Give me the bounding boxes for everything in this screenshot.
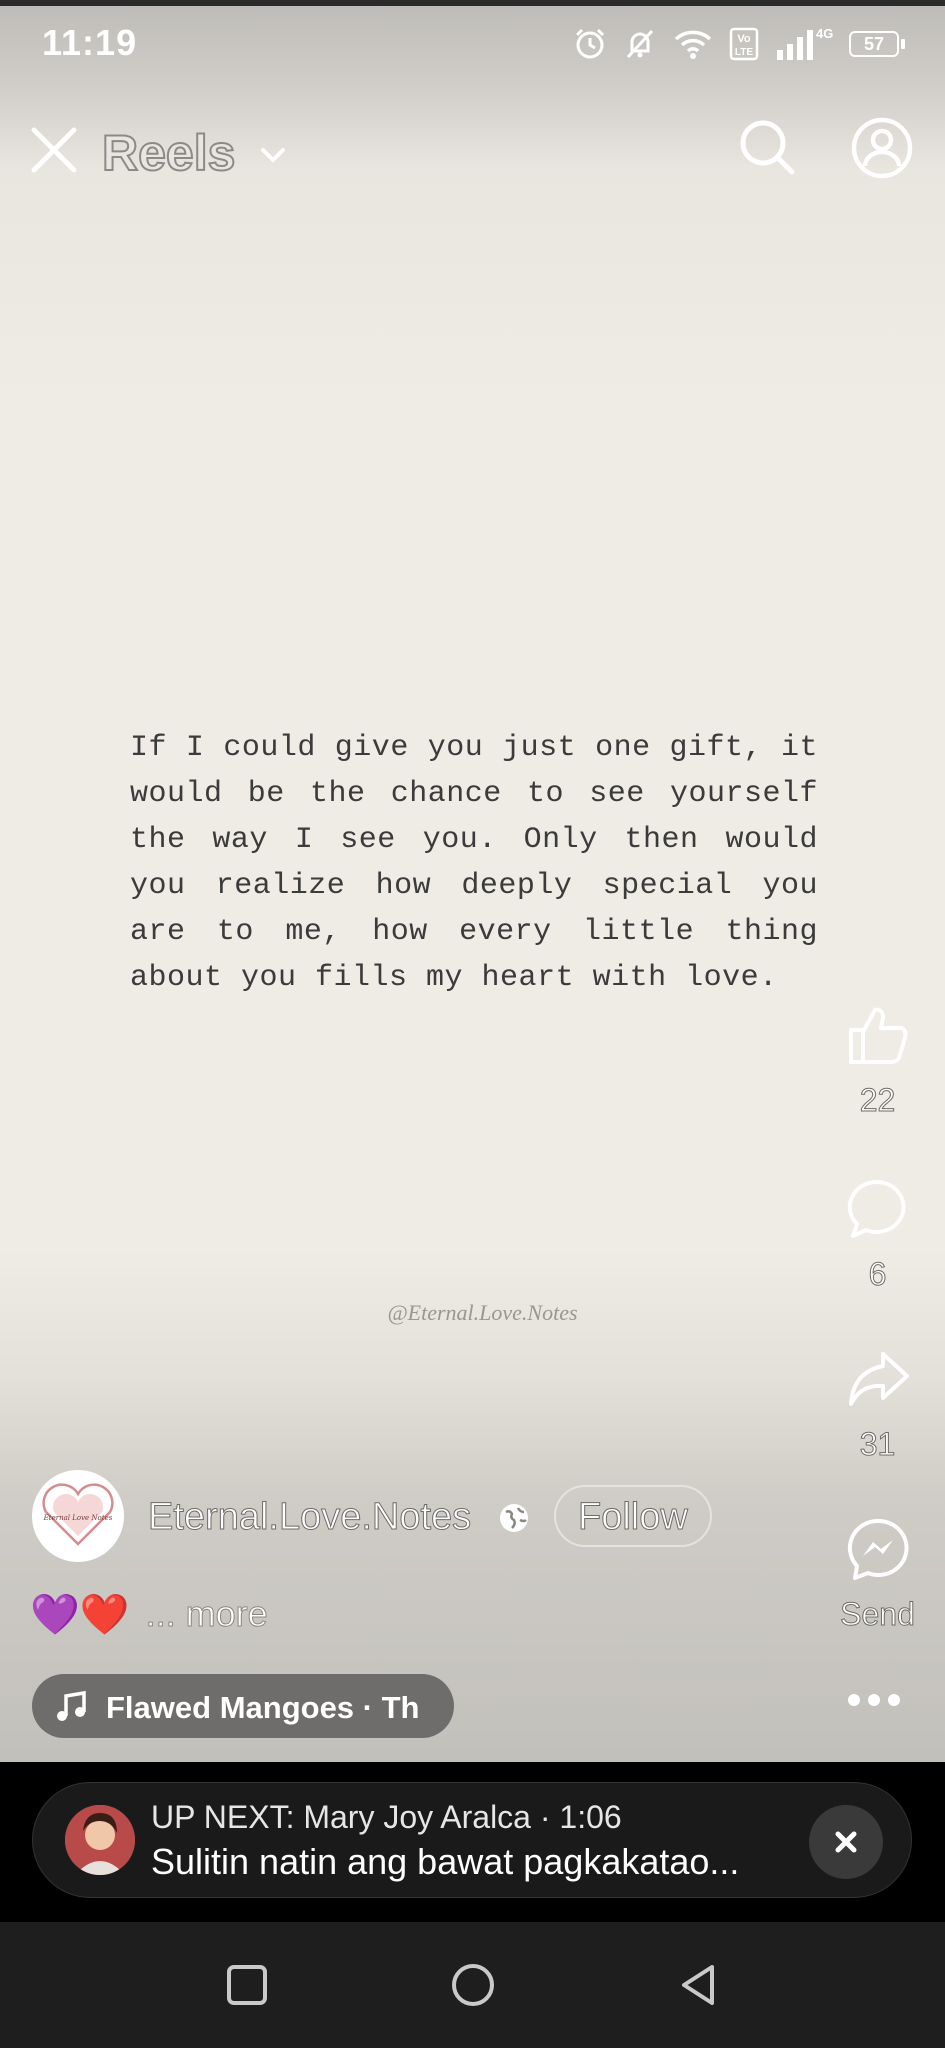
- notifications-off-icon: [626, 29, 654, 59]
- caption[interactable]: 💜❤️ ... more: [30, 1584, 268, 1644]
- share-count: 31: [859, 1426, 896, 1463]
- avatar-logo-text: Eternal Love Notes: [43, 1514, 113, 1522]
- up-next-avatar: [65, 1805, 135, 1875]
- caption-emojis: 💜❤️: [30, 1592, 130, 1637]
- wifi-icon: [674, 30, 712, 59]
- author-name[interactable]: Eternal.Love.Notes: [147, 1496, 471, 1539]
- send-label: Send: [840, 1596, 916, 1633]
- up-next-title: Sulitin natin ang bawat pagkakatao...: [151, 1841, 740, 1882]
- chevron-down-icon[interactable]: [258, 140, 288, 170]
- like-count: 22: [859, 1082, 896, 1119]
- back-icon[interactable]: [676, 1962, 722, 2008]
- home-icon[interactable]: [450, 1962, 496, 2008]
- comment-icon: [847, 1179, 905, 1238]
- up-next-bar: UP NEXT: Mary Joy Aralca · 1:06 Sulitin …: [0, 1762, 945, 1922]
- svg-text:LTE: LTE: [735, 47, 753, 58]
- share-button[interactable]: 31: [830, 1346, 925, 1463]
- comment-button[interactable]: 6: [830, 1176, 925, 1293]
- comment-count: 6: [868, 1256, 887, 1293]
- system-nav-bar: [0, 1922, 945, 2048]
- close-icon[interactable]: [28, 124, 80, 176]
- svg-text:4G: 4G: [816, 26, 833, 41]
- share-icon: [848, 1352, 909, 1406]
- svg-text:Vo: Vo: [737, 33, 751, 45]
- status-bar: 11:19 Vo LTE 4G 57: [0, 8, 945, 78]
- recent-apps-icon[interactable]: [224, 1962, 270, 2008]
- volte-icon: Vo LTE: [729, 27, 759, 61]
- messenger-icon: [847, 1518, 909, 1580]
- music-attribution[interactable]: Flawed Mangoes · Th: [32, 1674, 454, 1738]
- reel-quote-text: If I could give you just one gift, it wo…: [130, 731, 818, 995]
- profile-icon[interactable]: [850, 116, 914, 180]
- up-next-card[interactable]: UP NEXT: Mary Joy Aralca · 1:06 Sulitin …: [32, 1782, 912, 1898]
- up-next-prefix: UP NEXT: Mary Joy Aralca · 1:06: [151, 1799, 622, 1835]
- author-avatar[interactable]: Eternal Love Notes: [32, 1470, 124, 1562]
- alarm-icon: [575, 28, 605, 59]
- heart-logo-icon: Eternal Love Notes: [42, 1483, 114, 1546]
- status-time: 11:19: [42, 22, 138, 63]
- send-button[interactable]: Send: [830, 1516, 925, 1633]
- music-label: Flawed Mangoes · Th: [106, 1690, 420, 1725]
- close-icon: [835, 1831, 857, 1853]
- search-icon[interactable]: [736, 116, 798, 178]
- battery-level: 57: [849, 31, 899, 57]
- reels-header: Reels: [0, 110, 945, 190]
- follow-button[interactable]: Follow: [554, 1485, 712, 1547]
- reel-viewer[interactable]: 11:19 Vo LTE 4G 57 Reels If I could give …: [0, 0, 945, 1762]
- more-options-icon[interactable]: [848, 1690, 908, 1710]
- music-note-icon: [57, 1690, 86, 1721]
- caption-more-link[interactable]: ... more: [145, 1593, 268, 1635]
- page-title[interactable]: Reels: [101, 124, 236, 182]
- public-globe-icon: [500, 1504, 528, 1532]
- reel-watermark: @Eternal.Love.Notes: [387, 1300, 578, 1325]
- battery-icon: 57: [849, 31, 905, 57]
- thumbs-up-icon: [848, 1007, 907, 1064]
- dismiss-up-next-button[interactable]: [809, 1805, 883, 1879]
- like-button[interactable]: 22: [830, 1002, 925, 1119]
- author-row: Eternal Love Notes Eternal.Love.Notes Fo…: [30, 1468, 730, 1568]
- signal-icon: 4G: [777, 26, 833, 60]
- top-edge: [0, 0, 945, 6]
